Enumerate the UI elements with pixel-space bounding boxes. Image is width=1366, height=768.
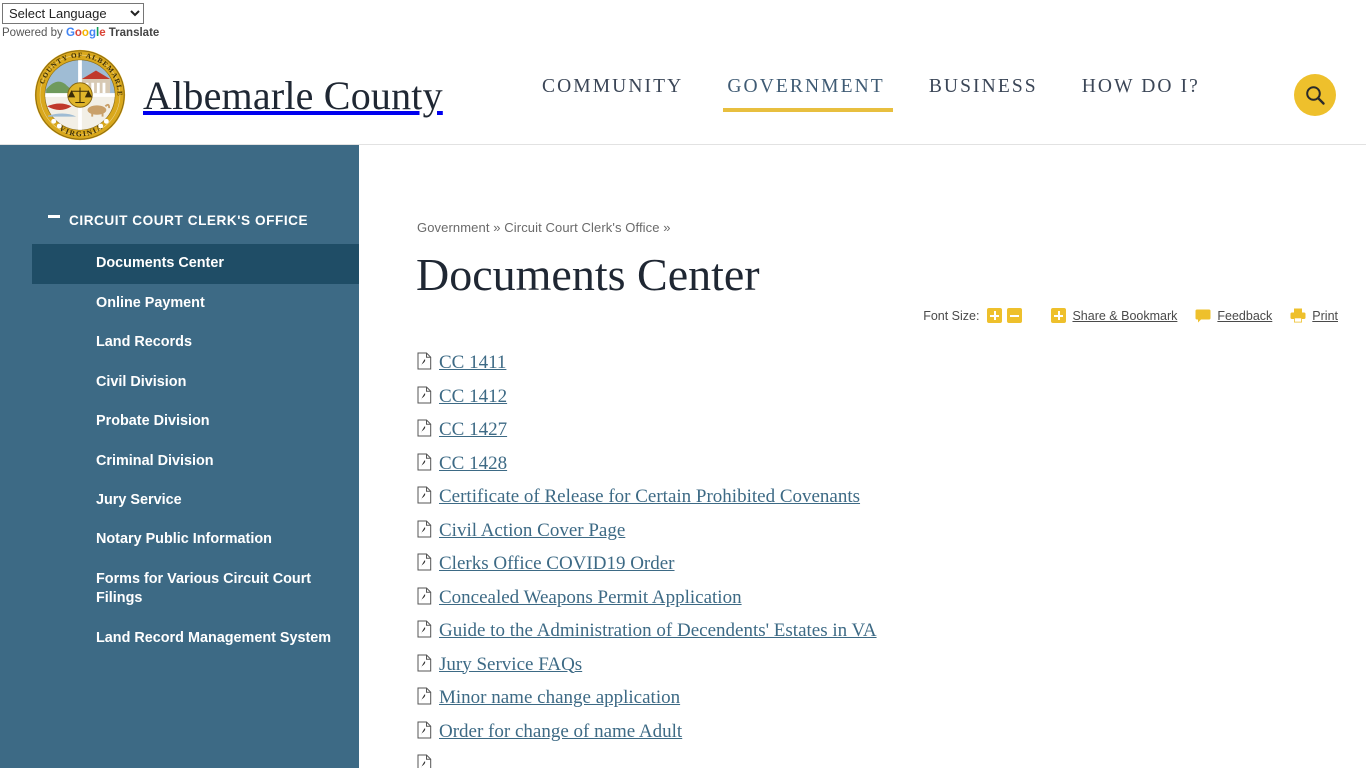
document-link[interactable]: Minor name change application (439, 685, 680, 710)
nav-item-how-do-i[interactable]: HOW DO I? (1060, 76, 1222, 112)
pdf-icon (417, 520, 432, 537)
document-link[interactable]: CC 1411 (439, 350, 506, 375)
print-icon (1290, 308, 1306, 323)
sidebar-item-civil-division[interactable]: Civil Division (0, 363, 359, 402)
google-letter-o1: o (74, 27, 82, 39)
speech-bubble-icon (1195, 309, 1211, 322)
document-link[interactable]: Concealed Weapons Permit Application (439, 585, 742, 610)
feedback-label: Feedback (1217, 308, 1273, 323)
sidebar-item-land-records[interactable]: Land Records (0, 323, 359, 362)
font-size-increase-button[interactable] (987, 308, 1003, 323)
pdf-icon (417, 352, 432, 370)
documents-list: CC 1411 CC 1412 CC 1427 CC 1428 Certific… (417, 350, 1357, 768)
list-item: Concealed Weapons Permit Application (417, 585, 1357, 619)
sidebar-item-land-record-management-system[interactable]: Land Record Management System (0, 619, 359, 658)
share-bookmark-label: Share & Bookmark (1072, 308, 1178, 323)
font-size-decrease-button[interactable] (1007, 308, 1023, 323)
list-item: CC 1411 (417, 350, 1357, 384)
translate-word: Translate (108, 27, 160, 39)
list-item: Certificate of Release for Certain Prohi… (417, 484, 1357, 518)
list-item: Minor name change application (417, 685, 1357, 719)
albemarle-county-seal-icon: COUNTY OF ALBEMARLE VIRGINIA (34, 49, 126, 141)
collapse-minus-icon[interactable] (48, 215, 60, 218)
sidebar-item-jury-service[interactable]: Jury Service (0, 481, 359, 520)
main-content: Government » Circuit Court Clerk's Offic… (359, 145, 1366, 768)
list-item (417, 752, 1357, 768)
pdf-icon (417, 419, 432, 437)
document-link[interactable]: CC 1428 (439, 451, 507, 476)
list-item: CC 1428 (417, 451, 1357, 485)
page-title: Documents Center (416, 249, 760, 300)
powered-by-label: Powered by (2, 27, 63, 39)
google-letter-e: e (99, 27, 106, 39)
pdf-icon (417, 687, 432, 705)
document-link[interactable]: Order for change of name Adult (439, 719, 682, 744)
nav-item-business[interactable]: BUSINESS (907, 76, 1060, 112)
search-button[interactable] (1294, 74, 1336, 116)
share-plus-icon (1051, 308, 1067, 323)
font-size-label: Font Size: (923, 308, 980, 323)
pdf-icon (417, 620, 432, 638)
document-link[interactable]: CC 1427 (439, 417, 507, 442)
print-link[interactable]: Print (1290, 308, 1338, 323)
document-link[interactable]: Certificate of Release for Certain Prohi… (439, 484, 860, 509)
list-item: CC 1427 (417, 417, 1357, 451)
google-logo-text: Google (66, 27, 106, 39)
print-label: Print (1312, 308, 1338, 323)
sidebar-section-title: CIRCUIT COURT CLERK'S OFFICE (69, 213, 309, 228)
sidebar-item-documents-center[interactable]: Documents Center (32, 244, 359, 284)
feedback-icon (1195, 309, 1211, 323)
nav-item-community[interactable]: COMMUNITY (520, 76, 705, 112)
list-item: Clerks Office COVID19 Order (417, 551, 1357, 585)
site-header: COUNTY OF ALBEMARLE VIRGINIA Albemarle C… (0, 46, 1366, 145)
search-icon (1306, 86, 1325, 105)
language-select[interactable]: Select Language (2, 3, 144, 24)
nav-item-government[interactable]: GOVERNMENT (705, 76, 907, 112)
pdf-icon (417, 386, 432, 403)
powered-by-google-translate: Powered by Google Translate (2, 27, 159, 39)
pdf-icon (417, 587, 432, 604)
google-translate-widget: Select Language Powered by Google Transl… (0, 0, 159, 39)
list-item: Civil Action Cover Page (417, 518, 1357, 552)
sidebar-menu: Documents Center Online Payment Land Rec… (0, 244, 359, 658)
document-link[interactable]: Clerks Office COVID19 Order (439, 551, 675, 576)
feedback-link[interactable]: Feedback (1195, 309, 1272, 323)
sidebar: CIRCUIT COURT CLERK'S OFFICE Documents C… (0, 145, 359, 768)
document-link[interactable]: Jury Service FAQs (439, 652, 582, 677)
document-link[interactable]: CC 1412 (439, 384, 507, 409)
sidebar-item-forms-for-various-circuit-court-filings[interactable]: Forms for Various Circuit Court Filings (0, 560, 359, 619)
main-navigation: COMMUNITY GOVERNMENT BUSINESS HOW DO I? (520, 76, 1222, 112)
share-bookmark-link[interactable]: Share & Bookmark (1051, 308, 1177, 323)
sidebar-item-criminal-division[interactable]: Criminal Division (0, 442, 359, 481)
google-letter-o2: o (81, 27, 89, 39)
printer-icon (1290, 308, 1306, 323)
breadcrumb[interactable]: Government » Circuit Court Clerk's Offic… (417, 220, 671, 235)
sidebar-item-notary-public-information[interactable]: Notary Public Information (0, 520, 359, 559)
pdf-icon (417, 754, 432, 768)
pdf-icon (417, 453, 432, 470)
sidebar-section-header[interactable]: CIRCUIT COURT CLERK'S OFFICE (0, 145, 359, 229)
pdf-icon (417, 721, 432, 738)
list-item: Order for change of name Adult (417, 719, 1357, 753)
page-tools-toolbar: Font Size: Share & Bookmark Feedback Pri… (923, 308, 1338, 323)
pdf-icon (417, 654, 432, 671)
sidebar-item-probate-division[interactable]: Probate Division (0, 402, 359, 441)
pdf-icon (417, 486, 432, 504)
document-link[interactable]: Guide to the Administration of Decendent… (439, 618, 877, 643)
pdf-icon (417, 553, 432, 571)
sidebar-item-online-payment[interactable]: Online Payment (0, 284, 359, 323)
list-item: Jury Service FAQs (417, 652, 1357, 686)
list-item: Guide to the Administration of Decendent… (417, 618, 1357, 652)
google-letter-g2: g (88, 27, 96, 39)
google-letter-g: G (65, 27, 75, 39)
site-logo-link[interactable]: COUNTY OF ALBEMARLE VIRGINIA Albemarle C… (33, 48, 443, 142)
document-link[interactable]: Civil Action Cover Page (439, 518, 625, 543)
list-item: CC 1412 (417, 384, 1357, 418)
site-title: Albemarle County (143, 72, 443, 118)
